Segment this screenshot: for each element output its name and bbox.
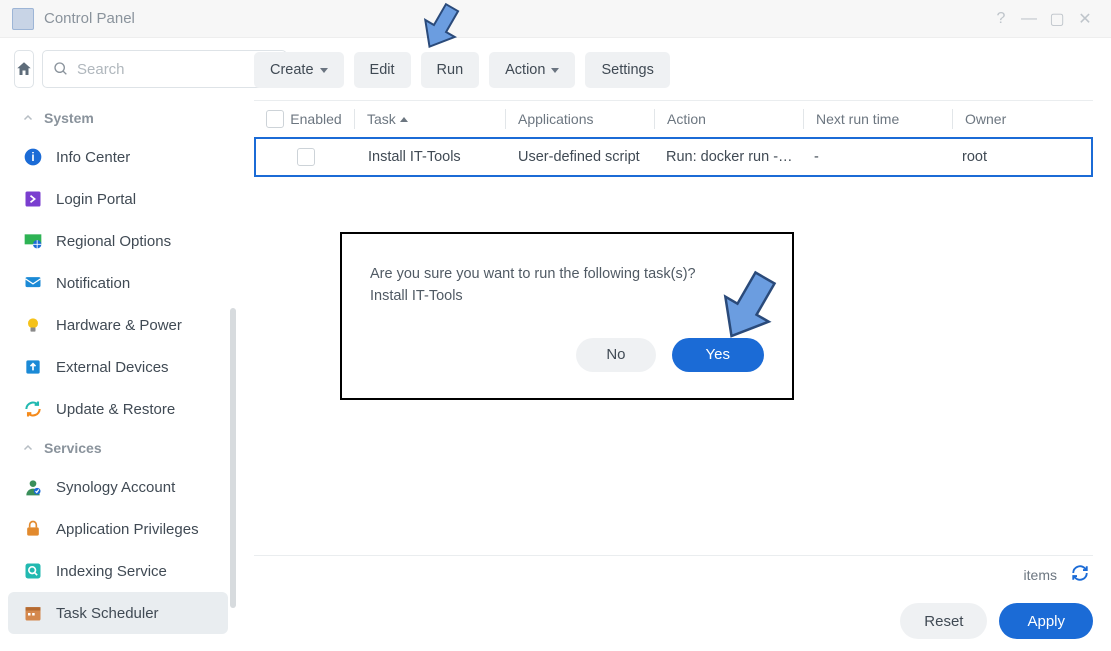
table-footer: items [254, 555, 1093, 593]
minimize-button[interactable]: — [1015, 5, 1043, 33]
select-all-checkbox[interactable] [266, 110, 284, 128]
nav-label: Notification [56, 275, 130, 292]
maximize-button[interactable]: ▢ [1043, 5, 1071, 33]
col-action[interactable]: Action [655, 111, 803, 127]
app-icon [12, 8, 34, 30]
button-label: Action [505, 62, 545, 78]
edit-button[interactable]: Edit [354, 52, 411, 88]
nav-label: Indexing Service [56, 563, 167, 580]
svg-text:i: i [31, 151, 34, 164]
col-owner[interactable]: Owner [953, 111, 1093, 127]
account-icon [22, 476, 44, 498]
items-label: items [1024, 567, 1057, 583]
refresh-icon [1071, 564, 1089, 582]
settings-button[interactable]: Settings [585, 52, 669, 88]
caret-down-icon [320, 68, 328, 73]
search-service-icon [22, 560, 44, 582]
dialog-yes-button[interactable]: Yes [672, 338, 764, 372]
dialog-task-name: Install IT-Tools [370, 286, 764, 308]
nav-hardware-power[interactable]: Hardware & Power [0, 304, 236, 346]
globe-icon [22, 230, 44, 252]
col-label: Action [667, 111, 706, 127]
nav-indexing-service[interactable]: Indexing Service [0, 550, 236, 592]
table-header: Enabled Task Applications Action Next ru… [254, 101, 1093, 137]
external-icon [22, 356, 44, 378]
col-applications[interactable]: Applications [506, 111, 654, 127]
row-checkbox[interactable] [297, 148, 315, 166]
nav-update-restore[interactable]: Update & Restore [0, 388, 236, 430]
nav-label: Regional Options [56, 233, 171, 250]
nav-notification[interactable]: Notification [0, 262, 236, 304]
chevron-up-icon [22, 112, 34, 124]
apply-button[interactable]: Apply [999, 603, 1093, 639]
nav-label: Login Portal [56, 191, 136, 208]
info-icon: i [22, 146, 44, 168]
cell-next-run: - [802, 149, 950, 165]
search-icon [53, 61, 69, 77]
cell-owner: root [950, 149, 1091, 165]
nav-label: Synology Account [56, 479, 175, 496]
run-button[interactable]: Run [421, 52, 480, 88]
confirm-dialog: Are you sure you want to run the followi… [340, 232, 794, 400]
button-label: Create [270, 62, 314, 78]
col-label: Task [367, 111, 396, 127]
reset-button[interactable]: Reset [900, 603, 987, 639]
bulb-icon [22, 314, 44, 336]
home-button[interactable] [14, 50, 34, 88]
col-label: Applications [518, 111, 594, 127]
nav-label: Task Scheduler [56, 605, 159, 622]
nav-label: External Devices [56, 359, 169, 376]
col-label: Enabled [290, 111, 341, 127]
nav-task-scheduler[interactable]: Task Scheduler [8, 592, 228, 634]
calendar-icon [22, 602, 44, 624]
dialog-no-button[interactable]: No [576, 338, 655, 372]
sidebar: System i Info Center Login Portal Region… [0, 38, 236, 651]
action-footer: Reset Apply [254, 593, 1093, 639]
col-next-run[interactable]: Next run time [804, 111, 952, 127]
chevron-up-icon [22, 442, 34, 454]
nav-regional-options[interactable]: Regional Options [0, 220, 236, 262]
help-button[interactable]: ? [987, 5, 1015, 33]
cell-applications: User-defined script [506, 149, 654, 165]
nav-label: Application Privileges [56, 521, 199, 538]
nav-info-center[interactable]: i Info Center [0, 136, 236, 178]
window-title: Control Panel [44, 10, 135, 27]
create-button[interactable]: Create [254, 52, 344, 88]
table-row[interactable]: Install IT-Tools User-defined script Run… [254, 137, 1093, 177]
titlebar: Control Panel ? — ▢ ✕ [0, 0, 1111, 38]
cell-task: Install IT-Tools [356, 149, 506, 165]
cell-action: Run: docker run -… [654, 149, 802, 165]
update-icon [22, 398, 44, 420]
nav-label: Info Center [56, 149, 130, 166]
lock-icon [22, 518, 44, 540]
toolbar: Create Edit Run Action Settings [254, 52, 1093, 88]
nav-login-portal[interactable]: Login Portal [0, 178, 236, 220]
notification-icon [22, 272, 44, 294]
dialog-message: Are you sure you want to run the followi… [370, 264, 764, 286]
home-icon [15, 60, 33, 78]
col-task[interactable]: Task [355, 111, 505, 127]
portal-icon [22, 188, 44, 210]
section-label: System [44, 110, 94, 126]
nav-synology-account[interactable]: Synology Account [0, 466, 236, 508]
caret-down-icon [551, 68, 559, 73]
nav-external-devices[interactable]: External Devices [0, 346, 236, 388]
section-system[interactable]: System [0, 100, 236, 136]
nav-application-privileges[interactable]: Application Privileges [0, 508, 236, 550]
refresh-button[interactable] [1071, 564, 1089, 585]
nav-label: Hardware & Power [56, 317, 182, 334]
sort-asc-icon [400, 117, 408, 122]
section-label: Services [44, 440, 102, 456]
col-label: Next run time [816, 111, 899, 127]
close-button[interactable]: ✕ [1071, 5, 1099, 33]
nav-label: Update & Restore [56, 401, 175, 418]
section-services[interactable]: Services [0, 430, 236, 466]
col-enabled[interactable]: Enabled [254, 110, 354, 128]
action-button[interactable]: Action [489, 52, 575, 88]
col-label: Owner [965, 111, 1006, 127]
